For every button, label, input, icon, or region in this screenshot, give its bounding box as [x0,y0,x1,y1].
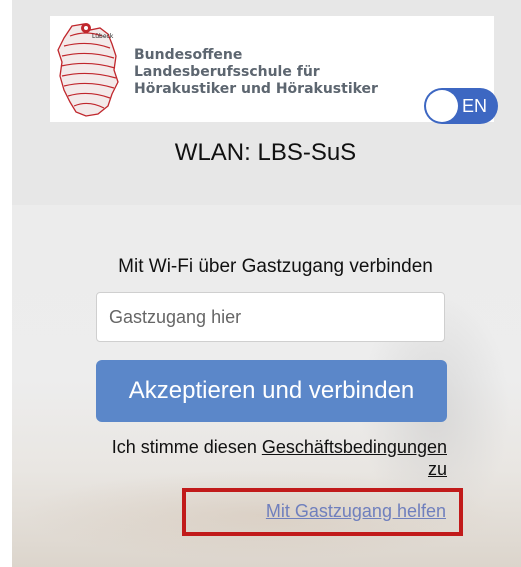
toggle-knob [426,90,458,122]
school-name-line-2: Landesberufsschule für [134,64,320,80]
network-title: WLAN: LBS-SuS [174,139,357,166]
school-name: Bundesoffene Landesberufsschule für Höra… [134,47,464,98]
map-city-label: Lübeck [92,33,114,40]
language-toggle[interactable]: EN [424,88,498,124]
guest-code-input[interactable] [96,292,445,342]
school-name-line-3: Hörakustiker und Hörakustiker [134,81,378,97]
accept-connect-button[interactable]: Akzeptieren und verbinden [96,360,447,422]
guest-access-help-link[interactable]: Mit Gastzugang helfen [196,500,446,522]
left-frame [0,0,12,567]
terms-suffix[interactable]: zu [428,459,447,479]
connect-heading: Mit Wi-Fi über Gastzugang verbinden [118,256,433,277]
terms-prefix: Ich stimme diesen [111,437,262,457]
terms-statement: Ich stimme diesen Geschäftsbedingungen z… [0,436,447,480]
school-name-line-1: Bundesoffene [134,47,243,63]
terms-link[interactable]: Geschäftsbedingungen [262,437,447,457]
germany-map-icon: Lübeck [57,23,119,117]
language-label: EN [462,96,488,116]
